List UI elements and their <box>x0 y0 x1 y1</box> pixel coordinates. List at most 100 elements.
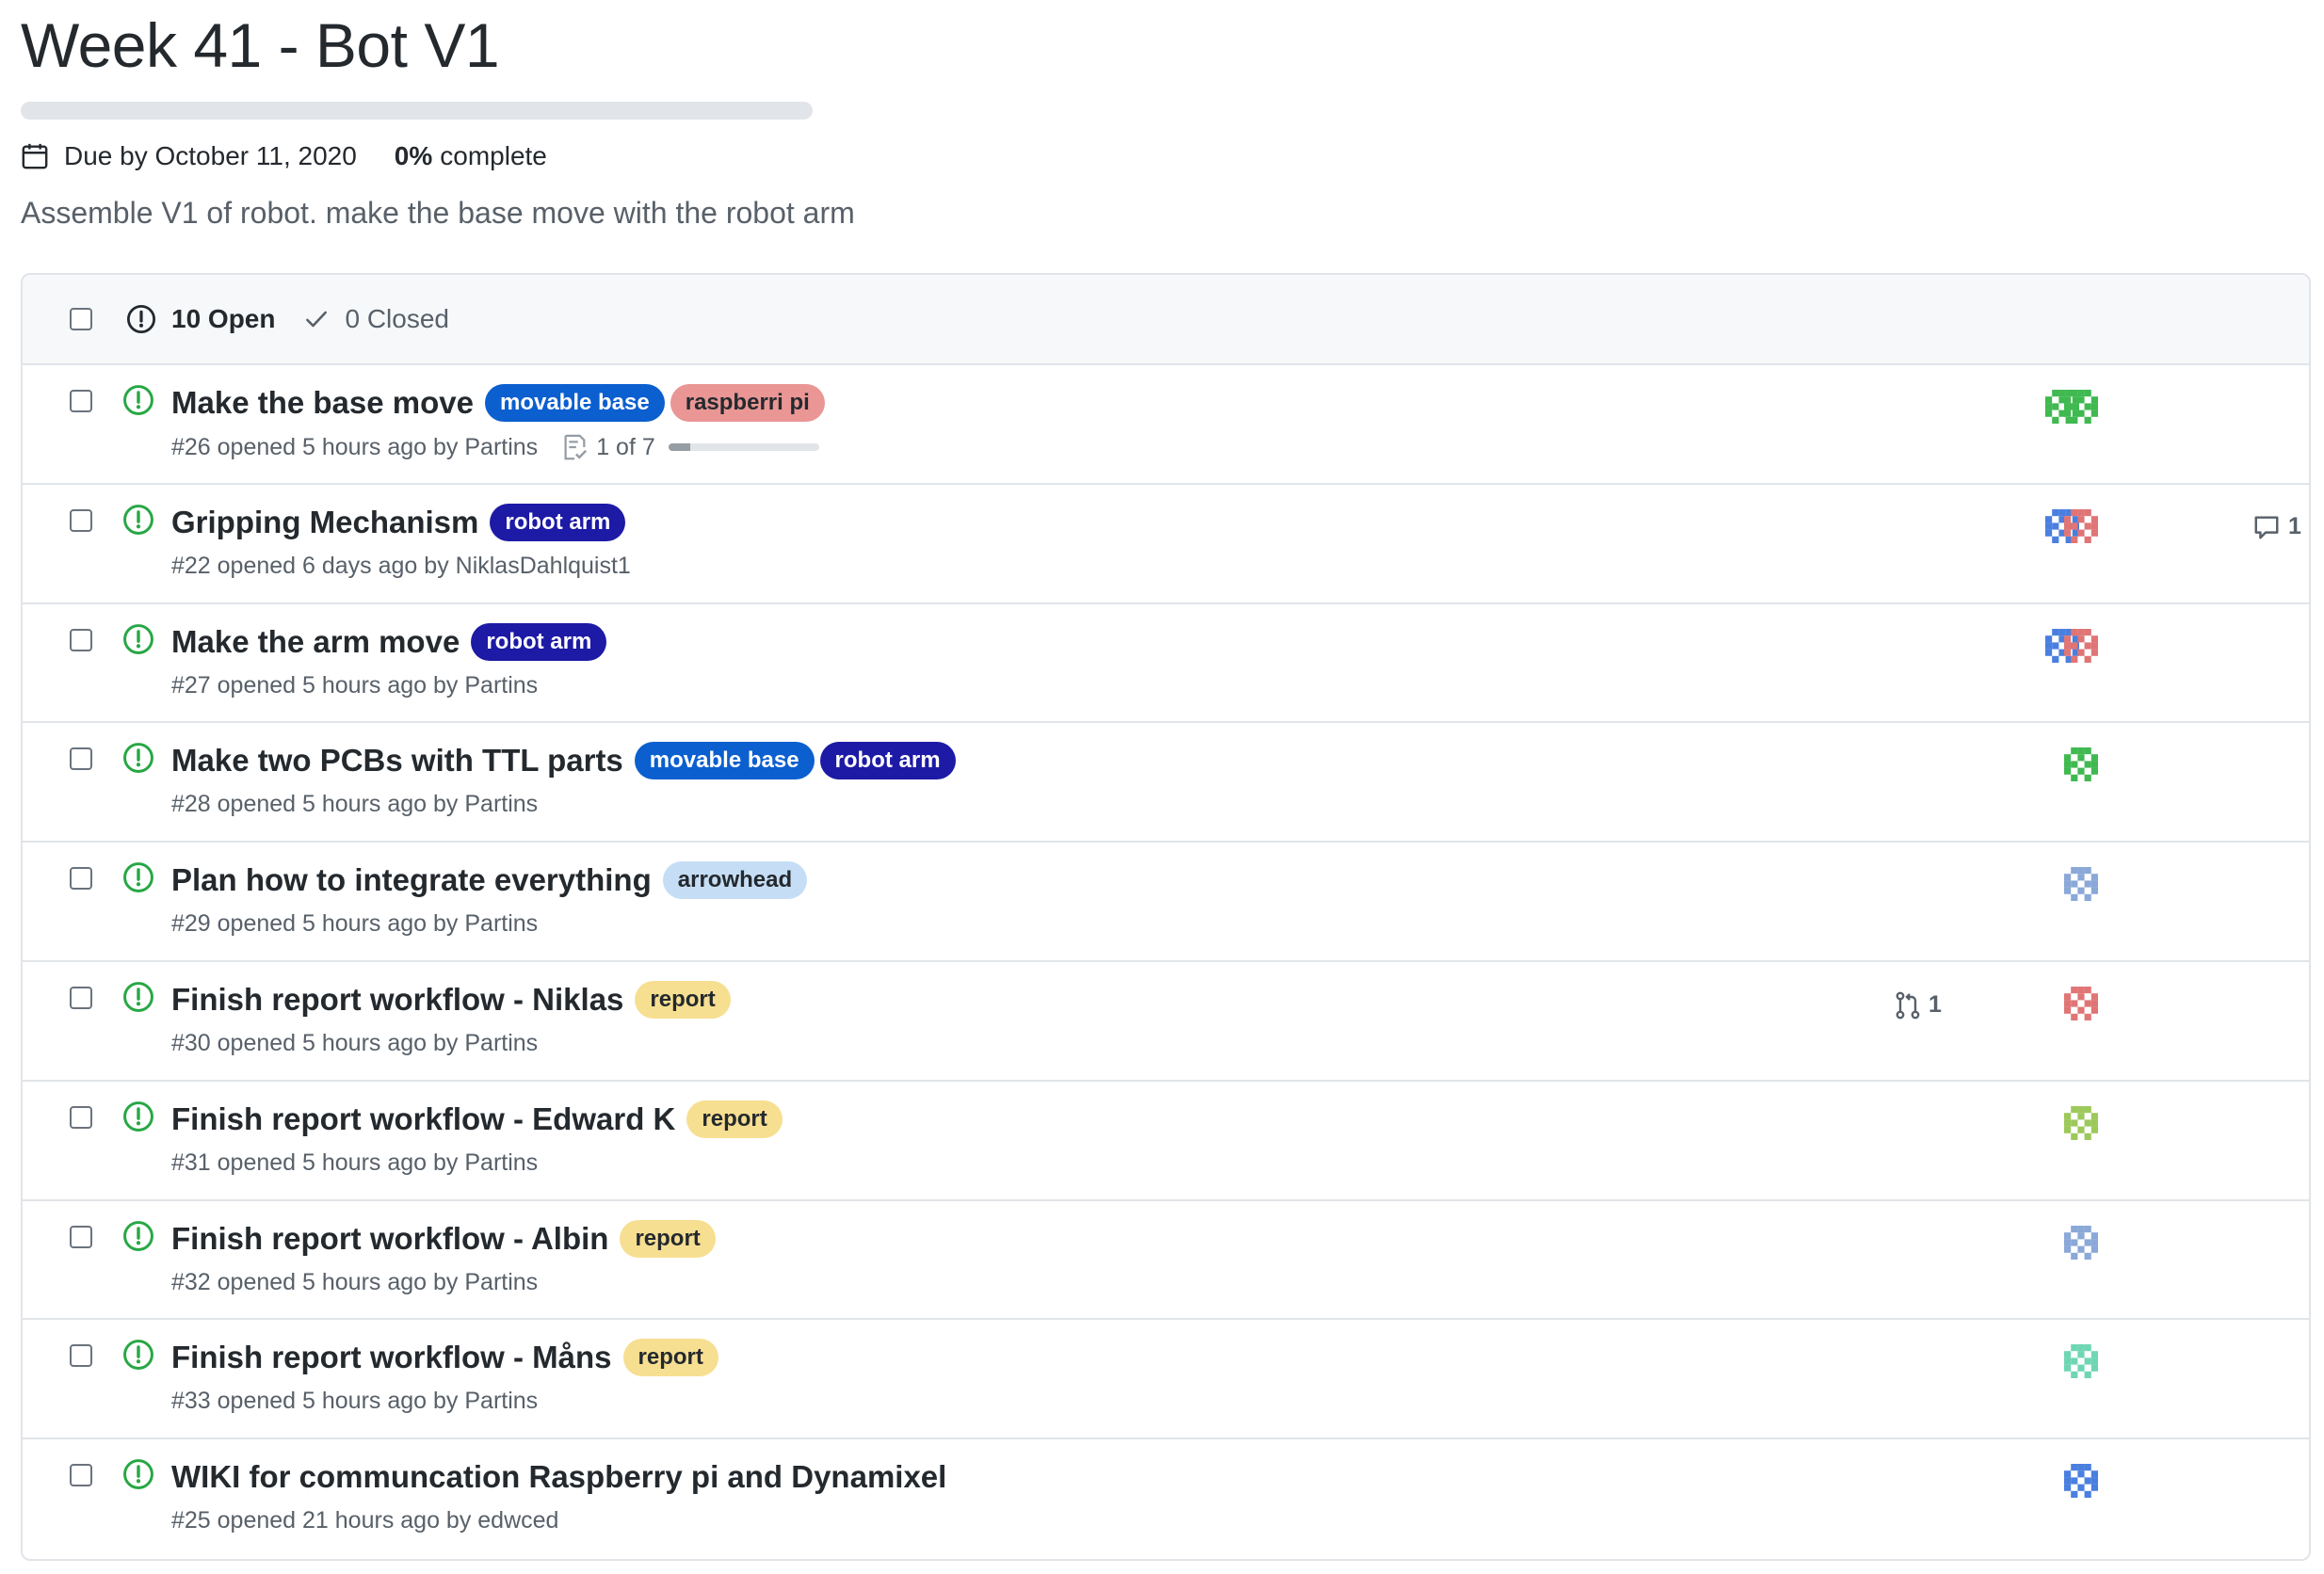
issue-title-link[interactable]: Finish report workflow - Albin <box>171 1221 608 1257</box>
complete-percent: 0% <box>394 141 433 170</box>
issue-meta-text: #25 opened 21 hours ago by edwced <box>171 1507 559 1534</box>
select-all-checkbox[interactable] <box>70 308 92 330</box>
issue-checkbox[interactable] <box>70 747 92 771</box>
issue-label[interactable]: robot arm <box>471 622 607 661</box>
issue-row: Finish report workflow - Måns report #33 o… <box>23 1320 2309 1440</box>
assignee-avatar[interactable] <box>2064 1464 2098 1499</box>
open-issues-filter[interactable]: 10 Open <box>126 304 275 334</box>
issue-checkbox[interactable] <box>70 508 92 532</box>
issue-title-line: Finish report workflow - Niklas report <box>171 979 731 1020</box>
issue-row: Make the arm move robot arm #27 opened 5 h… <box>23 604 2309 724</box>
issue-row: Make two PCBs with TTL parts movable base… <box>23 723 2309 843</box>
milestone-page: Week 41 - Bot V1 Due by October 11, 2020… <box>0 0 2324 1574</box>
issue-meta-text: #33 opened 5 hours ago by Partins <box>171 1388 539 1415</box>
issue-checkbox[interactable] <box>70 867 92 891</box>
issue-title-link[interactable]: Finish report workflow - Niklas <box>171 982 623 1018</box>
issue-title-link[interactable]: Make the base move <box>171 385 474 421</box>
assignee-avatar[interactable] <box>2064 747 2098 782</box>
issue-meta-text: #29 opened 5 hours ago by Partins <box>171 910 539 938</box>
issue-checkbox[interactable] <box>70 628 92 651</box>
closed-count-label: 0 Closed <box>345 304 449 333</box>
issue-meta-text: #26 opened 5 hours ago by Partins <box>171 433 539 460</box>
issue-label[interactable]: robot arm <box>819 742 956 780</box>
issue-open-icon <box>123 385 153 415</box>
issue-open-icon <box>123 1459 153 1490</box>
issue-open-icon <box>123 1220 153 1251</box>
issue-label[interactable]: report <box>686 1100 783 1138</box>
assignees <box>2064 986 2098 1020</box>
issue-checkbox[interactable] <box>70 390 92 412</box>
milestone-meta: Due by October 11, 2020 0% complete <box>21 137 547 175</box>
issue-title-line: Make the arm move robot arm <box>171 621 607 663</box>
issue-row: Plan how to integrate everything arrowhea… <box>23 843 2309 962</box>
issue-checkbox[interactable] <box>70 1105 92 1129</box>
issue-title-link[interactable]: Make two PCBs with TTL parts <box>171 743 623 779</box>
assignees <box>2064 1344 2098 1379</box>
issue-title-line: Finish report workflow - Måns report <box>171 1337 718 1378</box>
issue-label[interactable]: report <box>635 980 731 1019</box>
issue-title-link[interactable]: Finish report workflow - Måns <box>171 1340 612 1375</box>
issue-checkbox[interactable] <box>70 986 92 1009</box>
assignee-avatar[interactable] <box>2064 508 2098 543</box>
milestone-description: Assemble V1 of robot. make the base move… <box>21 196 855 230</box>
calendar-icon <box>22 143 48 169</box>
assignee-avatar[interactable] <box>2064 628 2098 663</box>
assignee-avatar[interactable] <box>2064 390 2098 424</box>
issue-label[interactable]: report <box>620 1219 716 1258</box>
assignees <box>2064 867 2098 902</box>
issue-title-link[interactable]: WIKI for communcation Raspberry pi and D… <box>171 1459 946 1495</box>
complete-word: complete <box>440 141 547 170</box>
task-progress: 1 of 7 <box>560 433 819 461</box>
issue-checkbox[interactable] <box>70 1464 92 1487</box>
issue-checkbox[interactable] <box>70 1344 92 1368</box>
issue-title-link[interactable]: Plan how to integrate everything <box>171 862 652 898</box>
assignee-avatar[interactable] <box>2064 986 2098 1020</box>
issue-meta: #27 opened 5 hours ago by Partins <box>171 672 538 699</box>
assignee-avatar[interactable] <box>2064 1225 2098 1260</box>
issue-label[interactable]: movable base <box>484 384 665 422</box>
issue-open-icon <box>123 743 153 774</box>
linked-pull-requests[interactable]: 1 <box>1893 990 1942 1020</box>
issue-open-icon <box>126 304 156 334</box>
issue-meta: #33 opened 5 hours ago by Partins <box>171 1388 538 1415</box>
issue-title-link[interactable]: Gripping Mechanism <box>171 505 478 540</box>
issues-list: 10 Open 0 Closed Make the base move movab… <box>21 273 2311 1561</box>
issue-open-icon <box>123 623 153 654</box>
issue-meta-text: #22 opened 6 days ago by NiklasDahlquist… <box>171 552 631 579</box>
issue-meta: #28 opened 5 hours ago by Partins <box>171 791 538 818</box>
comment-icon <box>2254 516 2279 539</box>
due-date: Due by October 11, 2020 <box>64 141 357 170</box>
assignee-avatar[interactable] <box>2064 867 2098 902</box>
issue-title-link[interactable]: Finish report workflow - Edward K <box>171 1101 675 1137</box>
milestone-progress-bar <box>21 102 813 120</box>
issue-row: Finish report workflow - Niklas report #30… <box>23 962 2309 1082</box>
issue-title-link[interactable]: Make the arm move <box>171 624 460 660</box>
issue-row: Finish report workflow - Albin report #32 … <box>23 1201 2309 1321</box>
issue-meta: #30 opened 5 hours ago by Partins <box>171 1030 538 1057</box>
issue-label[interactable]: report <box>622 1339 718 1377</box>
issue-title-line: WIKI for communcation Raspberry pi and D… <box>171 1456 952 1498</box>
issue-checkbox[interactable] <box>70 1225 92 1248</box>
issue-row: Make the base move movable base raspberri … <box>23 365 2309 485</box>
issue-label[interactable]: arrowhead <box>662 861 808 900</box>
issue-label[interactable]: movable base <box>634 742 815 780</box>
issue-open-icon <box>123 504 153 535</box>
task-count: 1 of 7 <box>596 433 655 460</box>
issue-label[interactable]: robot arm <box>490 503 626 541</box>
comments-link[interactable]: 1 <box>2252 513 2301 541</box>
assignees <box>2045 628 2098 663</box>
issue-meta: #29 opened 5 hours ago by Partins <box>171 910 538 938</box>
assignee-avatar[interactable] <box>2064 1344 2098 1379</box>
issue-label[interactable]: raspberri pi <box>670 384 825 422</box>
issue-meta: #26 opened 5 hours ago by Partins 1 of 7 <box>171 433 819 461</box>
pull-request-icon <box>1896 991 1920 1020</box>
issue-open-icon <box>123 862 153 893</box>
closed-issues-filter[interactable]: 0 Closed <box>303 304 449 334</box>
issue-open-icon <box>123 1340 153 1371</box>
assignees <box>2064 1464 2098 1499</box>
assignees <box>2064 747 2098 782</box>
issue-open-icon <box>123 1100 153 1132</box>
issue-meta-text: #30 opened 5 hours ago by Partins <box>171 1029 539 1056</box>
issue-meta-text: #31 opened 5 hours ago by Partins <box>171 1148 539 1176</box>
assignee-avatar[interactable] <box>2064 1105 2098 1140</box>
